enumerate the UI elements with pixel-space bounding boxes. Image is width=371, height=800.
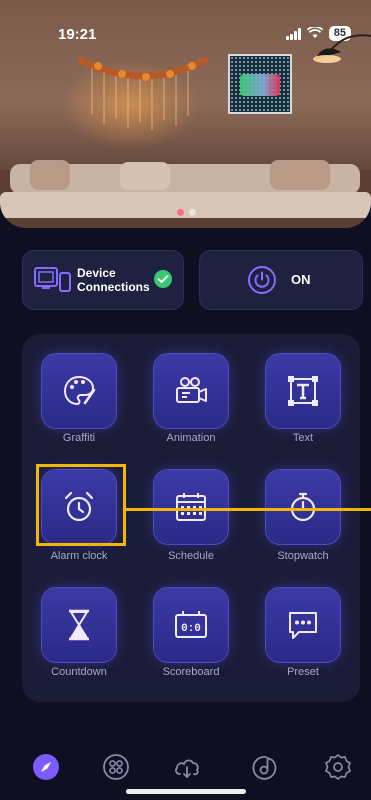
text-box-icon	[288, 376, 318, 406]
hourglass-icon	[69, 609, 89, 641]
graffiti-label: Graffiti	[62, 432, 96, 444]
graffiti-tile[interactable]	[42, 354, 116, 428]
countdown-label: Countdown	[51, 666, 107, 678]
calendar-icon	[176, 493, 206, 521]
connected-check-icon	[154, 270, 172, 288]
hero-banner[interactable]: 19:21 85	[0, 0, 371, 228]
power-label: ON	[291, 272, 311, 287]
status-time: 19:21	[58, 26, 97, 43]
highlight-box	[36, 464, 126, 546]
device-label-line2: Connections	[77, 280, 150, 294]
grid-apps-icon	[103, 754, 129, 780]
pager-dot-active	[177, 209, 184, 216]
preset-label: Preset	[287, 666, 319, 678]
scoreboard-display: 0:0	[181, 623, 201, 635]
text-tile[interactable]	[266, 354, 340, 428]
device-connections-button[interactable]: Device Connections	[22, 250, 184, 310]
animation-tile[interactable]	[154, 354, 228, 428]
signal-icon	[285, 27, 301, 40]
nav-settings[interactable]	[323, 752, 353, 782]
stopwatch-icon	[290, 492, 316, 522]
devices-icon	[34, 267, 71, 292]
pixel-display-frame	[228, 54, 292, 114]
countdown-tile[interactable]	[42, 588, 116, 662]
palette-icon	[63, 375, 96, 406]
text-label: Text	[292, 432, 314, 444]
home-indicator	[126, 789, 246, 794]
video-camera-icon	[176, 377, 207, 403]
nav-explore[interactable]	[31, 752, 61, 782]
nav-cloud[interactable]	[172, 752, 202, 782]
floor-lamp-decoration	[313, 34, 371, 63]
pixel-art	[240, 74, 280, 96]
device-label-line1: Device	[77, 266, 116, 280]
scoreboard-icon: 0:0	[175, 611, 207, 638]
chat-bubble-icon	[289, 612, 317, 639]
scoreboard-tile[interactable]: 0:0	[154, 588, 228, 662]
nav-apps[interactable]	[101, 752, 131, 782]
power-icon	[248, 266, 276, 294]
highlight-pointer-line	[126, 508, 371, 511]
animation-label: Animation	[166, 432, 216, 444]
pager-dot	[189, 209, 196, 216]
sofa-decoration	[0, 160, 371, 228]
schedule-tile[interactable]	[154, 470, 228, 544]
alarm-clock-label: Alarm clock	[50, 550, 108, 562]
garland-decoration	[78, 56, 208, 130]
device-connections-label: Device Connections	[77, 266, 150, 294]
stopwatch-label: Stopwatch	[277, 550, 329, 562]
power-toggle-button[interactable]: ON	[199, 250, 363, 310]
settings-icon	[325, 754, 351, 780]
preset-tile[interactable]	[266, 588, 340, 662]
stopwatch-tile[interactable]	[266, 470, 340, 544]
compass-icon	[33, 754, 59, 780]
music-note-icon	[252, 756, 277, 780]
schedule-label: Schedule	[168, 550, 214, 562]
scoreboard-label: Scoreboard	[162, 666, 220, 678]
nav-music[interactable]	[250, 752, 280, 782]
hero-pager	[177, 209, 196, 216]
cloud-icon	[175, 759, 199, 779]
